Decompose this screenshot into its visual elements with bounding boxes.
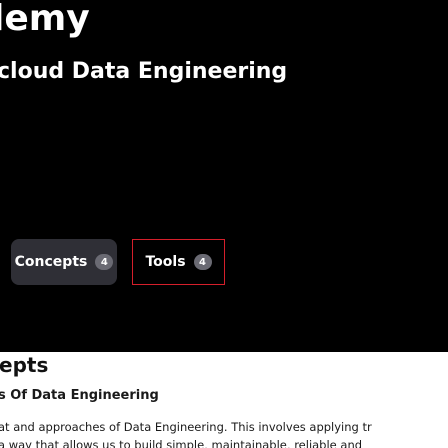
tab-tools[interactable]: Tools 4 xyxy=(132,239,225,285)
course-hero: lemy cloud Data Engineering Concepts 4 T… xyxy=(0,0,448,352)
tab-tools-label: Tools xyxy=(145,254,186,270)
course-title: cloud Data Engineering xyxy=(0,59,288,84)
tab-concepts-label: Concepts xyxy=(14,254,88,270)
description-line: a way that allows us to build simple, ma… xyxy=(0,438,363,448)
section-title: epts xyxy=(0,353,49,377)
tab-tools-count-badge: 4 xyxy=(193,254,212,270)
concept-item-title[interactable]: s Of Data Engineering xyxy=(0,388,159,403)
description-line: at and approaches of Data Engineering. T… xyxy=(0,420,372,434)
tab-concepts[interactable]: Concepts 4 xyxy=(11,239,117,285)
concept-description: at and approaches of Data Engineering. T… xyxy=(0,418,448,448)
tab-bar: Concepts 4 Tools 4 xyxy=(11,239,225,285)
tab-concepts-count-badge: 4 xyxy=(95,254,114,270)
concepts-section: epts s Of Data Engineering at and approa… xyxy=(0,352,448,448)
brand-name: lemy xyxy=(0,0,90,39)
course-page: lemy cloud Data Engineering Concepts 4 T… xyxy=(0,0,448,448)
